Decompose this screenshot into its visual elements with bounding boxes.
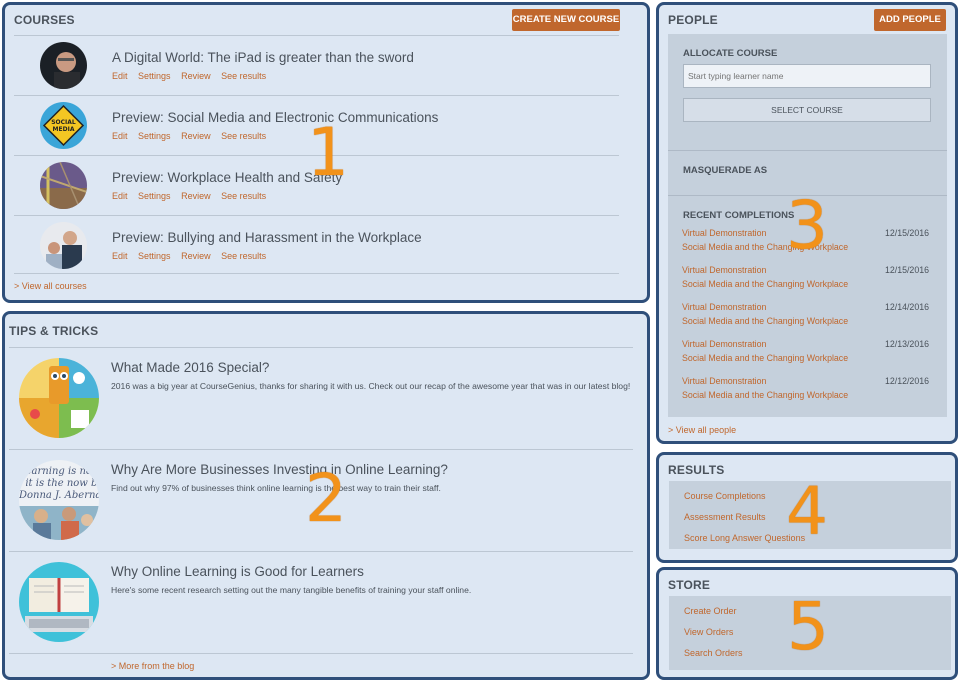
results-panel: RESULTS Course Completions Assessment Re… bbox=[656, 452, 958, 563]
course-actions: Edit Settings Review See results bbox=[112, 191, 274, 201]
completion-date: 12/12/2016 bbox=[884, 376, 929, 386]
review-link[interactable]: Review bbox=[181, 71, 211, 81]
completion-course-link[interactable]: Social Media and the Changing Workplace bbox=[682, 316, 848, 326]
completion-learner-link[interactable]: Virtual Demonstration bbox=[682, 265, 766, 275]
tip-title[interactable]: Why Online Learning is Good for Learners bbox=[111, 564, 364, 579]
see-results-link[interactable]: See results bbox=[221, 71, 266, 81]
completion-course-link[interactable]: Social Media and the Changing Workplace bbox=[682, 353, 848, 363]
masquerade-label: MASQUERADE AS bbox=[683, 165, 768, 176]
edit-link[interactable]: Edit bbox=[112, 251, 128, 261]
course-thumbnail[interactable] bbox=[40, 162, 87, 209]
completion-learner-link[interactable]: Virtual Demonstration bbox=[682, 228, 766, 238]
course-thumbnail[interactable] bbox=[40, 42, 87, 89]
completion-learner-link[interactable]: Virtual Demonstration bbox=[682, 376, 766, 386]
tip-row: What Made 2016 Special? 2016 was a big y… bbox=[9, 347, 633, 449]
tip-title[interactable]: What Made 2016 Special? bbox=[111, 360, 269, 375]
tip-title[interactable]: Why Are More Businesses Investing in Onl… bbox=[111, 462, 448, 477]
see-results-link[interactable]: See results bbox=[221, 251, 266, 261]
divider bbox=[668, 150, 947, 151]
course-actions: Edit Settings Review See results bbox=[112, 71, 274, 81]
tip-row: Why Online Learning is Good for Learners… bbox=[9, 551, 633, 653]
tip-body: Here's some recent research setting out … bbox=[111, 585, 472, 595]
svg-text:Donna J. Abernathy: Donna J. Abernathy bbox=[19, 490, 99, 501]
completion-course-link[interactable]: Social Media and the Changing Workplace bbox=[682, 390, 848, 400]
tip-thumbnail[interactable] bbox=[19, 562, 99, 642]
svg-text:SOCIAL: SOCIAL bbox=[51, 119, 76, 126]
allocate-course-label: ALLOCATE COURSE bbox=[683, 48, 778, 59]
see-results-link[interactable]: See results bbox=[221, 191, 266, 201]
assessment-results-link[interactable]: Assessment Results bbox=[684, 512, 766, 522]
course-completions-link[interactable]: Course Completions bbox=[684, 491, 766, 501]
create-new-course-button[interactable]: CREATE NEW COURSE bbox=[512, 9, 620, 31]
recent-completions-label: RECENT COMPLETIONS bbox=[683, 210, 795, 221]
tips-panel: TIPS & TRICKS What Made 2016 Special? 20… bbox=[2, 311, 650, 680]
edit-link[interactable]: Edit bbox=[112, 131, 128, 141]
store-title: STORE bbox=[668, 578, 711, 592]
settings-link[interactable]: Settings bbox=[138, 251, 171, 261]
completion-row: Virtual Demonstration Social Media and t… bbox=[682, 265, 929, 295]
divider bbox=[9, 653, 633, 654]
tip-thumbnail[interactable] bbox=[19, 358, 99, 438]
annotation-number: 2 bbox=[305, 460, 347, 537]
completion-date: 12/15/2016 bbox=[884, 228, 929, 238]
people-panel: PEOPLE ADD PEOPLE ALLOCATE COURSE SELECT… bbox=[656, 2, 958, 444]
course-title[interactable]: Preview: Social Media and Electronic Com… bbox=[112, 110, 438, 125]
completion-learner-link[interactable]: Virtual Demonstration bbox=[682, 302, 766, 312]
svg-text:Learning is not th: Learning is not th bbox=[19, 466, 99, 477]
completion-row: Virtual Demonstration Social Media and t… bbox=[682, 302, 929, 332]
review-link[interactable]: Review bbox=[181, 251, 211, 261]
create-order-link[interactable]: Create Order bbox=[684, 606, 737, 616]
settings-link[interactable]: Settings bbox=[138, 71, 171, 81]
completion-date: 12/14/2016 bbox=[884, 302, 929, 312]
completion-date: 12/15/2016 bbox=[884, 265, 929, 275]
select-course-button[interactable]: SELECT COURSE bbox=[683, 98, 931, 122]
course-thumbnail[interactable] bbox=[40, 222, 87, 269]
completion-row: Virtual Demonstration Social Media and t… bbox=[682, 339, 929, 369]
completion-date: 12/13/2016 bbox=[884, 339, 929, 349]
edit-link[interactable]: Edit bbox=[112, 191, 128, 201]
course-row: A Digital World: The iPad is greater tha… bbox=[14, 35, 619, 95]
tips-title: TIPS & TRICKS bbox=[9, 324, 99, 338]
svg-text:, it is the now big th: , it is the now big th bbox=[19, 478, 99, 489]
annotation-number: 3 bbox=[786, 187, 828, 264]
annotation-number: 5 bbox=[787, 588, 829, 665]
divider bbox=[14, 273, 619, 274]
view-orders-link[interactable]: View Orders bbox=[684, 627, 733, 637]
results-title: RESULTS bbox=[668, 463, 725, 477]
edit-link[interactable]: Edit bbox=[112, 71, 128, 81]
annotation-number: 1 bbox=[307, 114, 349, 191]
course-title[interactable]: A Digital World: The iPad is greater tha… bbox=[112, 50, 414, 65]
annotation-number: 4 bbox=[786, 473, 828, 550]
completion-learner-link[interactable]: Virtual Demonstration bbox=[682, 339, 766, 349]
add-people-button[interactable]: ADD PEOPLE bbox=[874, 9, 946, 31]
learner-search-input[interactable] bbox=[683, 64, 931, 88]
people-title: PEOPLE bbox=[668, 13, 718, 27]
see-results-link[interactable]: See results bbox=[221, 131, 266, 141]
course-actions: Edit Settings Review See results bbox=[112, 131, 274, 141]
more-from-blog-link[interactable]: > More from the blog bbox=[111, 661, 194, 671]
store-panel: STORE Create Order View Orders Search Or… bbox=[656, 567, 958, 680]
course-thumbnail[interactable]: SOCIAL MEDIA bbox=[40, 102, 87, 149]
courses-panel: COURSES CREATE NEW COURSE A Digital Worl… bbox=[2, 2, 650, 303]
settings-link[interactable]: Settings bbox=[138, 191, 171, 201]
tip-body: Find out why 97% of businesses think onl… bbox=[111, 483, 441, 493]
courses-title: COURSES bbox=[14, 13, 75, 27]
course-row: Preview: Bullying and Harassment in the … bbox=[14, 215, 619, 275]
completion-course-link[interactable]: Social Media and the Changing Workplace bbox=[682, 279, 848, 289]
view-all-courses-link[interactable]: > View all courses bbox=[14, 281, 87, 291]
course-actions: Edit Settings Review See results bbox=[112, 251, 274, 261]
completion-row: Virtual Demonstration Social Media and t… bbox=[682, 376, 929, 406]
svg-text:MEDIA: MEDIA bbox=[53, 126, 75, 133]
view-all-people-link[interactable]: > View all people bbox=[668, 425, 736, 435]
course-title[interactable]: Preview: Bullying and Harassment in the … bbox=[112, 230, 422, 245]
tip-thumbnail[interactable]: Learning is not th, it is the now big th… bbox=[19, 460, 99, 540]
settings-link[interactable]: Settings bbox=[138, 131, 171, 141]
search-orders-link[interactable]: Search Orders bbox=[684, 648, 743, 658]
tip-body: 2016 was a big year at CourseGenius, tha… bbox=[111, 381, 631, 391]
review-link[interactable]: Review bbox=[181, 191, 211, 201]
review-link[interactable]: Review bbox=[181, 131, 211, 141]
